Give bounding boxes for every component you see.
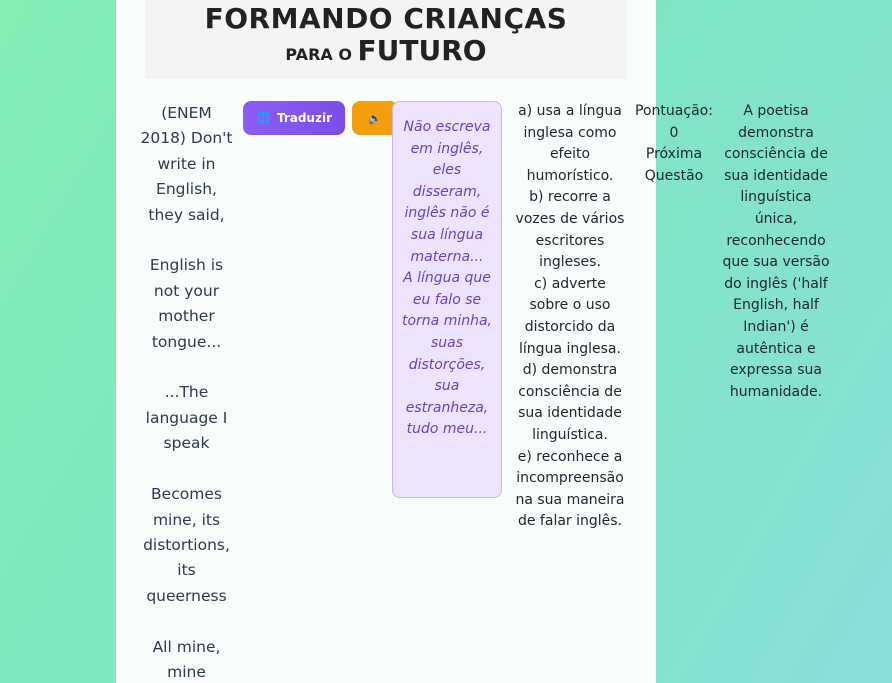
answer-options: a) usa a língua inglesa como efeito humo… xyxy=(514,101,626,533)
banner-logo: FORMANDO CRIANÇAS PARA O FUTURO xyxy=(145,0,627,79)
score-panel: Pontuação: 0 Próxima Questão xyxy=(632,101,716,187)
translate-button[interactable]: 🌐 Traduzir xyxy=(243,101,345,135)
speaker-icon: 🔈 xyxy=(368,111,382,125)
translation-box: Não escreva em inglês, eles disseram, in… xyxy=(392,101,502,498)
banner-line1: FORMANDO CRIANÇAS xyxy=(204,2,568,35)
score-label: Pontuação: xyxy=(635,103,713,119)
next-question-link[interactable]: Próxima Questão xyxy=(632,144,716,187)
question-poem: (ENEM 2018) Don't write in English, they… xyxy=(140,104,233,681)
banner-line2: PARA O FUTURO xyxy=(145,34,627,67)
option-b[interactable]: b) recorre a vozes de vários escritores … xyxy=(514,187,626,273)
translate-button-label: Traduzir xyxy=(276,111,332,125)
option-e[interactable]: e) reconhece a incompreensão na sua mane… xyxy=(514,447,626,533)
answer-feedback: A poetisa demonstra consciência de sua i… xyxy=(722,103,830,400)
option-c[interactable]: c) adverte sobre o uso distorcido da lín… xyxy=(514,274,626,360)
score-value: 0 xyxy=(669,124,679,141)
banner-line2-small: PARA O xyxy=(285,45,358,64)
globe-icon: 🌐 xyxy=(256,111,271,125)
banner-line2-big: FUTURO xyxy=(357,34,487,67)
option-a[interactable]: a) usa a língua inglesa como efeito humo… xyxy=(514,101,626,187)
option-d[interactable]: d) demonstra consciência de sua identida… xyxy=(514,360,626,446)
